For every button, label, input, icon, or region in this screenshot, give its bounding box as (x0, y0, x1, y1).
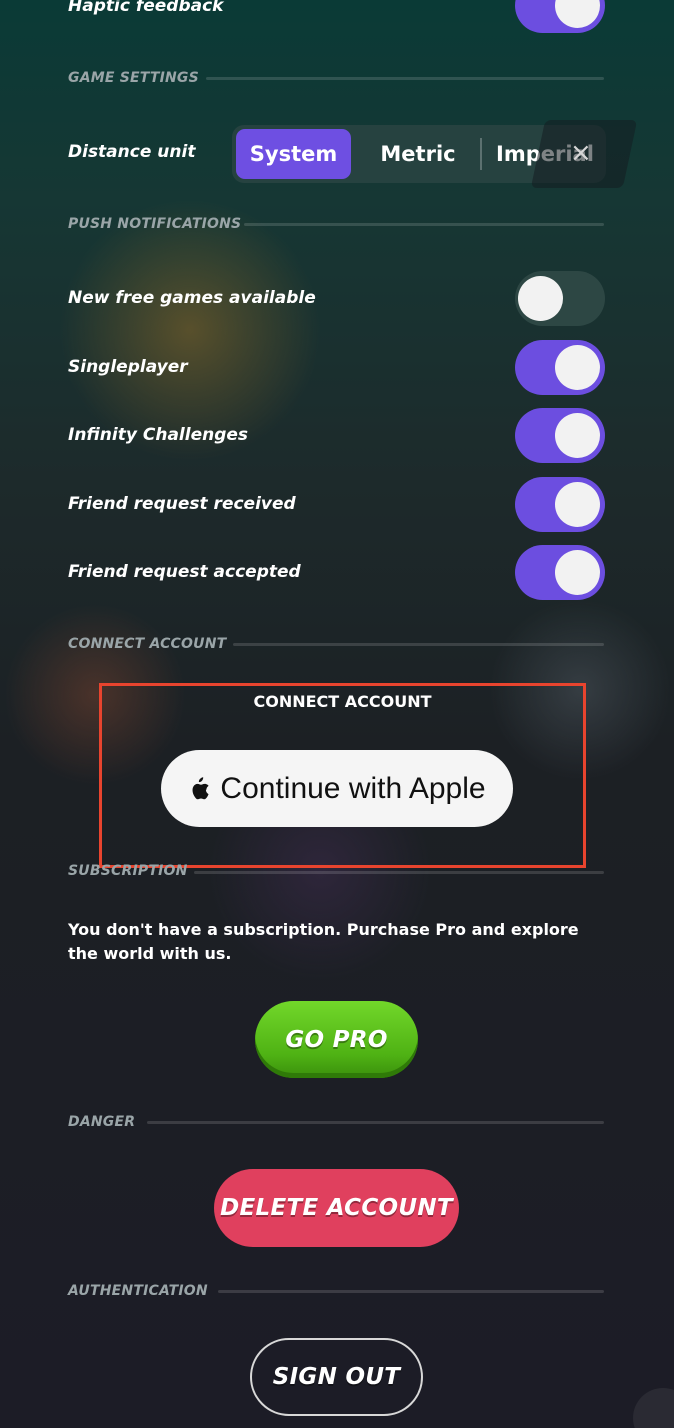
sign-out-button[interactable]: SIGN OUT (250, 1338, 423, 1416)
notif-label-friend-request-accepted: Friend request accepted (68, 562, 301, 582)
push-notifications-title: PUSH NOTIFICATIONS (68, 216, 242, 232)
game-settings-title: GAME SETTINGS (68, 70, 199, 86)
section-divider (147, 1121, 604, 1124)
distance-option-system[interactable]: System (236, 129, 351, 179)
toggle-knob (555, 482, 600, 527)
notif-label-singleplayer: Singleplayer (68, 357, 188, 377)
toggle-knob (555, 550, 600, 595)
notif-toggle-infinity-challenges[interactable] (515, 408, 605, 463)
continue-with-apple-label: Continue with Apple (220, 771, 486, 805)
delete-account-label: DELETE ACCOUNT (220, 1195, 453, 1221)
authentication-title: AUTHENTICATION (68, 1283, 208, 1299)
notif-toggle-friend-request-received[interactable] (515, 477, 605, 532)
segment-separator (480, 138, 482, 170)
notif-label-infinity-challenges: Infinity Challenges (68, 425, 249, 445)
connect-account-caption: CONNECT ACCOUNT (253, 692, 432, 711)
section-divider (244, 223, 604, 226)
distance-unit-label: Distance unit (68, 142, 196, 162)
section-divider (218, 1290, 604, 1293)
notif-toggle-singleplayer[interactable] (515, 340, 605, 395)
go-pro-button[interactable]: GO PRO (255, 1001, 418, 1078)
haptic-feedback-toggle[interactable] (515, 0, 605, 33)
danger-title: DANGER (68, 1114, 136, 1130)
section-divider (206, 77, 604, 80)
go-pro-label: GO PRO (285, 1026, 388, 1053)
toggle-knob (555, 0, 600, 28)
apple-icon (192, 776, 210, 799)
subscription-text: You don't have a subscription. Purchase … (68, 920, 579, 963)
sign-out-label: SIGN OUT (272, 1364, 401, 1390)
continue-with-apple-button[interactable]: Continue with Apple (161, 750, 513, 827)
section-divider (194, 871, 604, 874)
toggle-knob (518, 276, 563, 321)
haptic-feedback-label: Haptic feedback (68, 0, 224, 16)
notif-label-friend-request-received: Friend request received (68, 494, 296, 514)
section-divider (233, 643, 604, 646)
toggle-knob (555, 345, 600, 390)
distance-option-metric[interactable]: Metric (360, 129, 476, 179)
notif-label-new-free-games: New free games available (68, 288, 316, 308)
close-icon[interactable]: × (570, 138, 592, 168)
notif-toggle-new-free-games[interactable] (515, 271, 605, 326)
connect-account-title: CONNECT ACCOUNT (68, 636, 227, 652)
delete-account-button[interactable]: DELETE ACCOUNT (214, 1169, 459, 1247)
notif-toggle-friend-request-accepted[interactable] (515, 545, 605, 600)
subscription-title: SUBSCRIPTION (68, 863, 188, 879)
corner-decoration (633, 1388, 674, 1428)
toggle-knob (555, 413, 600, 458)
